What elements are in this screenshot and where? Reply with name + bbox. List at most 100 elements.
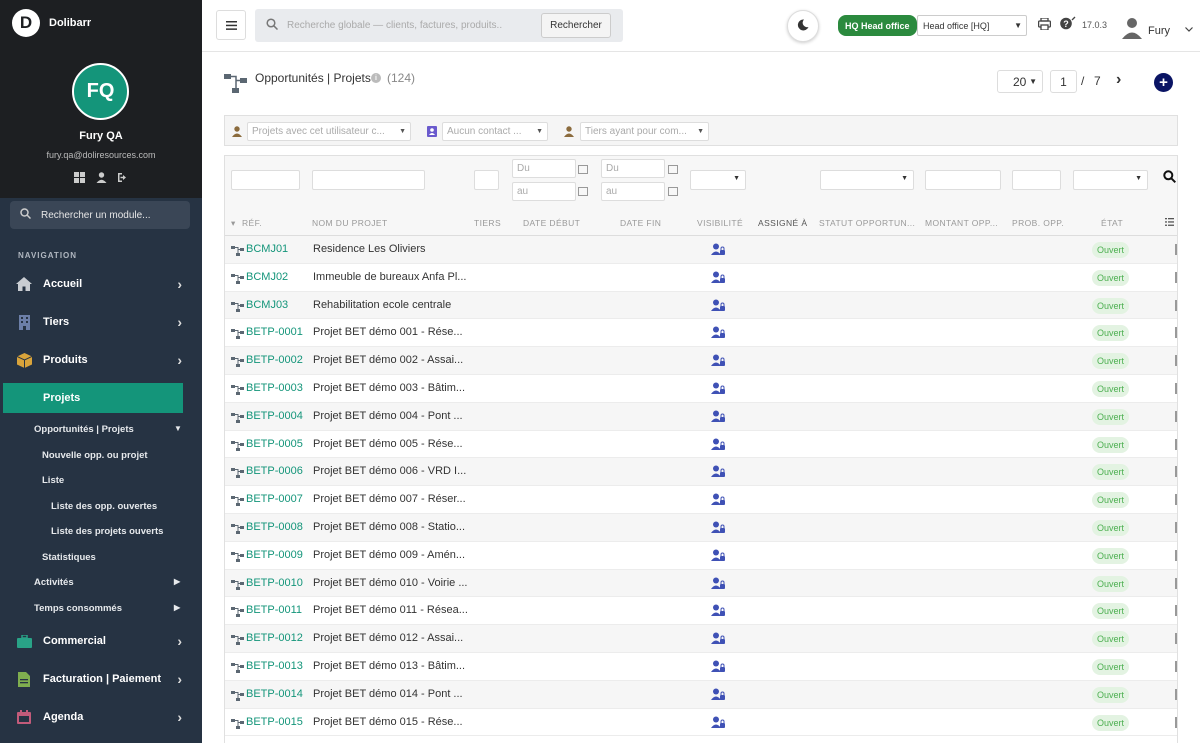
column-selector-icon[interactable] <box>1165 218 1174 228</box>
module-search[interactable]: Rechercher un module... <box>10 201 190 229</box>
table-row[interactable]: BETP-0012 Projet BET démo 012 - Assai... O… <box>225 625 1177 653</box>
project-ref-link[interactable]: BETP-0014 <box>246 688 303 700</box>
logout-icon[interactable] <box>117 171 129 183</box>
project-ref-link[interactable]: BETP-0006 <box>246 465 303 477</box>
column-header-thirdparty[interactable]: TIERS <box>474 218 501 228</box>
dashboard-icon[interactable] <box>73 171 85 183</box>
search-prob-input[interactable] <box>1012 170 1061 190</box>
profile-icon[interactable] <box>95 171 107 183</box>
filter-thirdparty-select[interactable]: Tiers ayant pour com... ▼ <box>580 122 709 141</box>
project-ref-link[interactable]: BETP-0012 <box>246 632 303 644</box>
date-start-from-input[interactable]: Du <box>512 159 576 178</box>
column-header-date-start[interactable]: DATE DÉBUT <box>523 218 580 228</box>
row-checkbox[interactable] <box>1175 410 1177 422</box>
opp-status-select[interactable]: ▼ <box>820 170 914 190</box>
filter-contact-select[interactable]: Aucun contact ... ▼ <box>442 122 548 141</box>
row-checkbox[interactable] <box>1175 549 1177 561</box>
calendar-icon[interactable] <box>668 187 678 196</box>
row-checkbox[interactable] <box>1175 521 1177 533</box>
column-header-assigned[interactable]: ASSIGNÉ À <box>758 218 807 228</box>
nav-item-projets[interactable]: Projets <box>3 383 183 413</box>
user-menu-name[interactable]: Fury <box>1148 25 1170 37</box>
column-header-status[interactable]: ÉTAT <box>1101 218 1123 228</box>
calendar-icon[interactable] <box>578 187 588 196</box>
table-row[interactable]: BETP-0015 Projet BET démo 015 - Rése... Ou… <box>225 709 1177 737</box>
date-end-from-input[interactable]: Du <box>601 159 665 178</box>
column-header-opp-status[interactable]: STATUT OPPORTUN... <box>819 218 915 228</box>
row-checkbox[interactable] <box>1175 438 1177 450</box>
project-ref-link[interactable]: BETP-0015 <box>246 716 303 728</box>
row-checkbox[interactable] <box>1175 633 1177 645</box>
nav-sub-liste[interactable]: Liste <box>42 475 64 486</box>
page-size-select[interactable]: 20 ▼ <box>997 70 1043 93</box>
table-row[interactable]: BETP-0013 Projet BET démo 013 - Bâtim... O… <box>225 653 1177 681</box>
project-ref-link[interactable]: BETP-0010 <box>246 577 303 589</box>
nav-sub-opportunites[interactable]: Opportunités | Projets ▼ <box>34 424 194 435</box>
search-thirdparty-input[interactable] <box>474 170 499 190</box>
table-row[interactable]: BCMJ03 Rehabilitation ecole centrale Ouver… <box>225 291 1177 320</box>
page-number-input[interactable]: 1 <box>1050 70 1077 93</box>
table-row[interactable]: BCMJ02 Immeuble de bureaux Anfa Pl... Ouve… <box>225 264 1177 292</box>
table-row[interactable]: BETP-0010 Projet BET démo 010 - Voirie ..… <box>225 569 1177 598</box>
nav-item-produits[interactable]: Produits › <box>0 345 202 375</box>
nav-sub-liste-projets[interactable]: Liste des projets ouverts <box>51 526 163 537</box>
project-ref-link[interactable]: BETP-0001 <box>246 326 303 338</box>
project-ref-link[interactable]: BETP-0003 <box>246 382 303 394</box>
calendar-icon[interactable] <box>668 165 678 174</box>
column-header-opp-prob[interactable]: PROB. OPP. <box>1012 218 1064 228</box>
project-ref-link[interactable]: BETP-0004 <box>246 410 303 422</box>
table-row[interactable]: BETP-0008 Projet BET démo 008 - Statio...… <box>225 513 1177 542</box>
search-icon[interactable] <box>1163 170 1177 188</box>
entity-select[interactable]: Head office [HQ] ▼ <box>917 15 1027 36</box>
column-header-ref[interactable]: RÉF. <box>242 218 262 228</box>
row-checkbox[interactable] <box>1175 716 1177 728</box>
user-avatar[interactable]: FQ <box>72 63 129 120</box>
next-page-icon[interactable]: › <box>1116 71 1121 89</box>
table-row[interactable]: BETP-0009 Projet BET démo 009 - Amén... Ou… <box>225 542 1177 570</box>
nav-sub-activites[interactable]: Activités ▶ <box>34 577 194 588</box>
user-icon[interactable] <box>1122 17 1142 39</box>
nav-item-accueil[interactable]: Accueil › <box>0 269 202 299</box>
brand[interactable]: D Dolibarr <box>12 9 91 37</box>
row-checkbox[interactable] <box>1175 299 1177 311</box>
row-checkbox[interactable] <box>1175 466 1177 478</box>
chevron-down-icon[interactable] <box>1185 24 1193 34</box>
nav-item-facturation[interactable]: Facturation | Paiement › <box>0 664 202 694</box>
project-ref-link[interactable]: BETP-0009 <box>246 549 303 561</box>
project-ref-link[interactable]: BETP-0013 <box>246 660 303 672</box>
nav-sub-nouvelle[interactable]: Nouvelle opp. ou projet <box>42 450 148 461</box>
nav-sub-temps[interactable]: Temps consommés ▶ <box>34 603 194 614</box>
nav-item-commercial[interactable]: Commercial › <box>0 626 202 656</box>
date-start-to-input[interactable]: au <box>512 182 576 201</box>
menu-toggle-button[interactable] <box>216 10 246 40</box>
info-icon[interactable]: i <box>371 73 381 83</box>
project-ref-link[interactable]: BETP-0008 <box>246 521 303 533</box>
table-row[interactable]: BCMJ01 Residence Les Oliviers Ouvert <box>225 236 1177 264</box>
table-row[interactable]: BETP-0005 Projet BET démo 005 - Rése... Ou… <box>225 431 1177 459</box>
table-row[interactable]: BETP-0011 Projet BET démo 011 - Résea... O… <box>225 597 1177 626</box>
row-checkbox[interactable] <box>1175 660 1177 672</box>
filter-user-select[interactable]: Projets avec cet utilisateur c... ▼ <box>247 122 411 141</box>
column-header-date-end[interactable]: DATE FIN <box>620 218 661 228</box>
row-checkbox[interactable] <box>1175 327 1177 339</box>
row-checkbox[interactable] <box>1175 577 1177 589</box>
table-row[interactable]: BETP-0001 Projet BET démo 001 - Rése... Ou… <box>225 319 1177 348</box>
row-checkbox[interactable] <box>1175 605 1177 617</box>
date-end-to-input[interactable]: au <box>601 182 665 201</box>
project-ref-link[interactable]: BETP-0007 <box>246 493 303 505</box>
global-search-input[interactable] <box>287 16 502 35</box>
status-select[interactable]: ▼ <box>1073 170 1148 190</box>
column-header-opp-amount[interactable]: MONTANT OPP... <box>925 218 998 228</box>
project-ref-link[interactable]: BCMJ02 <box>246 271 288 283</box>
print-icon[interactable] <box>1037 17 1052 33</box>
search-amount-input[interactable] <box>925 170 1001 190</box>
column-header-visibility[interactable]: VISIBILITÉ <box>697 218 743 228</box>
nav-sub-liste-opp[interactable]: Liste des opp. ouvertes <box>51 501 157 512</box>
column-header-name[interactable]: NOM DU PROJET <box>312 218 388 228</box>
table-row[interactable]: BETP-0004 Projet BET démo 004 - Pont ... O… <box>225 402 1177 431</box>
row-checkbox[interactable] <box>1175 244 1177 255</box>
row-checkbox[interactable] <box>1175 382 1177 394</box>
table-row[interactable]: BETP-0014 Projet BET démo 014 - Pont ... O… <box>225 680 1177 709</box>
project-ref-link[interactable]: BETP-0011 <box>246 604 302 616</box>
global-search-button[interactable]: Rechercher <box>541 13 611 38</box>
